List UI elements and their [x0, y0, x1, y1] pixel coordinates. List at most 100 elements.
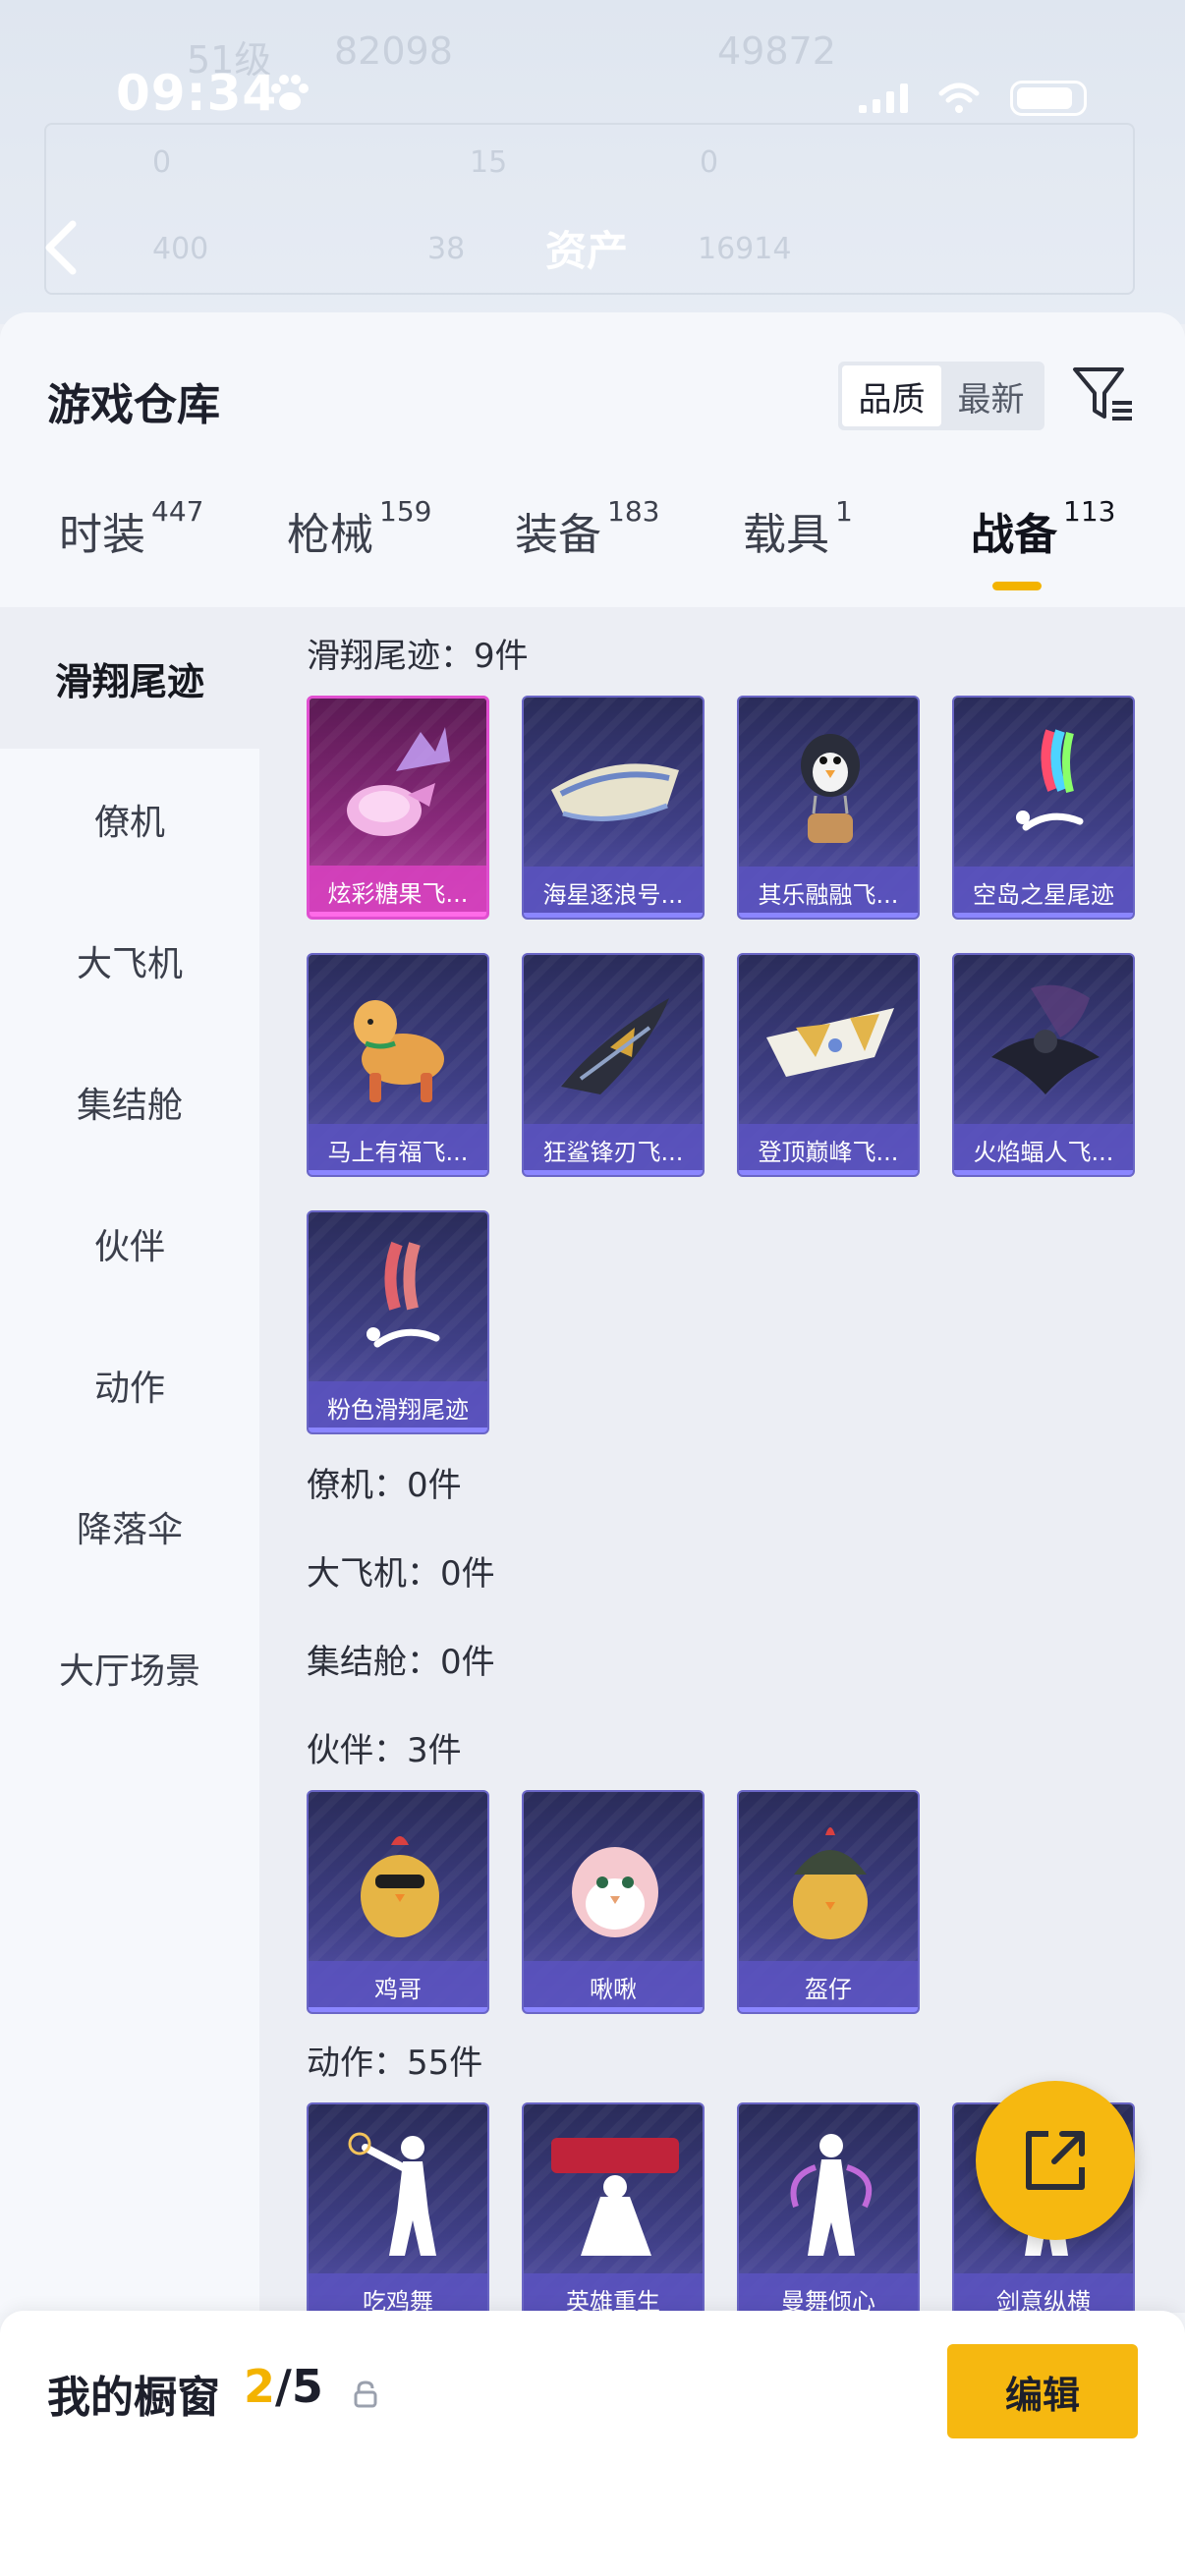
- item-label: 海星逐浪号...: [524, 867, 703, 918]
- penguin-glider-icon: [801, 734, 860, 843]
- bg-title: 资产: [545, 227, 629, 275]
- item-label: 英雄重生: [524, 2273, 703, 2313]
- tab-combat-gear[interactable]: 战备 113: [971, 495, 1115, 562]
- item-card[interactable]: 英雄重生: [522, 2102, 705, 2313]
- item-card[interactable]: 马上有福飞...: [307, 953, 489, 1177]
- item-card[interactable]: 吃鸡舞: [307, 2102, 489, 2313]
- external-link-icon: [1026, 2131, 1085, 2190]
- item-label: 马上有福飞...: [309, 1124, 487, 1175]
- edit-button[interactable]: 编辑: [947, 2344, 1138, 2438]
- section-title-glide: 滑翔尾迹：9件: [307, 637, 529, 676]
- item-card[interactable]: 狂鲨锋刃飞...: [522, 953, 705, 1177]
- battery-icon: [1010, 81, 1087, 116]
- candy-glider-icon: [347, 727, 450, 836]
- bg-stat: 400: [152, 232, 209, 266]
- item-label: 其乐融融飞...: [739, 867, 918, 918]
- item-label: 空岛之星尾迹: [954, 867, 1133, 918]
- item-card[interactable]: 其乐融融飞...: [737, 696, 920, 920]
- sidebar-item-parachute[interactable]: 降落伞: [0, 1456, 259, 1597]
- status-time: 09:34: [116, 65, 278, 122]
- shark-glider-icon: [561, 998, 669, 1094]
- sidebar-item-wingman[interactable]: 僚机: [0, 749, 259, 890]
- sheet-title: 游戏仓库: [47, 380, 220, 430]
- item-label: 登顶巅峰飞...: [739, 1124, 918, 1175]
- boat-glider-icon: [551, 763, 679, 821]
- share-fab[interactable]: [976, 2081, 1135, 2240]
- tab-guns[interactable]: 枪械 159: [287, 495, 431, 562]
- item-label: 吃鸡舞: [309, 2273, 487, 2313]
- item-label: 盔仔: [739, 1961, 918, 2012]
- category-tabs: 时装 447 枪械 159 装备 183 载具 1 战备 113: [0, 495, 1185, 588]
- item-label: 炫彩糖果飞...: [310, 866, 486, 917]
- section-title-partner: 伙伴：3件: [307, 1731, 462, 1770]
- wifi-icon: [938, 83, 980, 113]
- sidebar-item-glide-trail[interactable]: 滑翔尾迹: [0, 607, 259, 749]
- tab-active-indicator: [992, 582, 1042, 590]
- bat-glider-icon: [991, 984, 1100, 1094]
- body-area: 滑翔尾迹 僚机 大飞机 集结舱 伙伴 动作 降落伞 大厅场景 滑翔尾迹：9件 炫…: [0, 607, 1185, 2313]
- sidebar-item-assembly-pod[interactable]: 集结舱: [0, 1032, 259, 1173]
- category-sidebar: 滑翔尾迹 僚机 大飞机 集结舱 伙伴 动作 降落伞 大厅场景: [0, 607, 259, 2313]
- section-title-wingman: 僚机：0件: [307, 1466, 462, 1505]
- helmet-chick-icon: [793, 1827, 868, 1939]
- item-label: 火焰蝠人飞...: [954, 1124, 1133, 1175]
- dance-emote-icon: [348, 2132, 436, 2256]
- item-card[interactable]: 空岛之星尾迹: [952, 696, 1135, 920]
- paw-icon: [271, 75, 309, 110]
- item-card[interactable]: 火焰蝠人飞...: [952, 953, 1135, 1177]
- item-card[interactable]: 曼舞倾心: [737, 2102, 920, 2313]
- background-page: 51级 82098 49872 0 15 0 400 38 16914 资产: [0, 0, 1185, 324]
- sheet-header: 游戏仓库 品质 最新 时装 447 枪械 159 装备 183 载具 1 战备 113: [0, 312, 1185, 607]
- filter-icon[interactable]: [1069, 360, 1138, 428]
- tab-fashion[interactable]: 时装 447: [59, 495, 203, 562]
- item-label: 啾啾: [524, 1961, 703, 2012]
- showcase-count: 2/5: [244, 2360, 323, 2413]
- item-label: 狂鲨锋刃飞...: [524, 1124, 703, 1175]
- item-card[interactable]: 登顶巅峰飞...: [737, 953, 920, 1177]
- pink-trail-icon: [367, 1241, 440, 1348]
- sort-newest[interactable]: 最新: [941, 365, 1041, 426]
- section-title-emote: 动作：55件: [307, 2044, 483, 2083]
- item-card[interactable]: 海星逐浪号...: [522, 696, 705, 920]
- item-content: 滑翔尾迹：9件 炫彩糖果飞... 海星逐浪号... 其乐融融飞... 空岛之星尾…: [259, 607, 1185, 2313]
- bg-stat: 38: [427, 232, 466, 266]
- item-label: 粉色滑翔尾迹: [309, 1381, 487, 1432]
- bg-stat: 0: [152, 145, 172, 180]
- bg-score: 82098: [334, 29, 453, 73]
- signal-icon: [859, 84, 908, 113]
- tab-vehicles[interactable]: 载具 1: [743, 495, 853, 562]
- bg-stat: 0: [700, 145, 719, 180]
- jet-glider-icon: [766, 1008, 894, 1077]
- item-card[interactable]: 粉色滑翔尾迹: [307, 1210, 489, 1434]
- bg-stat: 16914: [698, 232, 792, 266]
- sidebar-item-big-plane[interactable]: 大飞机: [0, 890, 259, 1032]
- item-card[interactable]: 炫彩糖果飞...: [307, 696, 489, 920]
- item-card[interactable]: 鸡哥: [307, 1790, 489, 2014]
- sort-toggle[interactable]: 品质 最新: [838, 362, 1044, 430]
- item-label: 鸡哥: [309, 1961, 487, 2012]
- item-card[interactable]: 啾啾: [522, 1790, 705, 2014]
- bird-partner-icon: [572, 1847, 658, 1937]
- rainbow-trail-icon: [1016, 729, 1084, 831]
- section-title-assembly-pod: 集结舱：0件: [307, 1643, 495, 1682]
- item-card[interactable]: 盔仔: [737, 1790, 920, 2014]
- showcase-bar: 我的橱窗 2/5 编辑: [0, 2311, 1185, 2576]
- horse-glider-icon: [354, 1000, 444, 1102]
- bg-stat: 15: [470, 145, 508, 180]
- back-icon[interactable]: [39, 218, 83, 277]
- sidebar-item-emote[interactable]: 动作: [0, 1315, 259, 1456]
- section-title-big-plane: 大飞机：0件: [307, 1554, 495, 1594]
- chicken-partner-icon: [361, 1836, 439, 1937]
- tab-equipment[interactable]: 装备 183: [515, 495, 659, 562]
- sort-quality[interactable]: 品质: [842, 365, 941, 426]
- sidebar-item-partner[interactable]: 伙伴: [0, 1173, 259, 1315]
- bg-score2: 49872: [717, 29, 836, 73]
- showcase-title: 我的橱窗: [47, 2373, 220, 2423]
- status-icons: [859, 81, 1087, 116]
- hero-emote-icon: [551, 2138, 679, 2256]
- item-label: 剑意纵横: [954, 2273, 1133, 2313]
- graceful-dance-icon: [790, 2134, 873, 2256]
- sidebar-item-lobby-scene[interactable]: 大厅场景: [0, 1597, 259, 1739]
- item-label: 曼舞倾心: [739, 2273, 918, 2313]
- lock-icon: [354, 2380, 377, 2408]
